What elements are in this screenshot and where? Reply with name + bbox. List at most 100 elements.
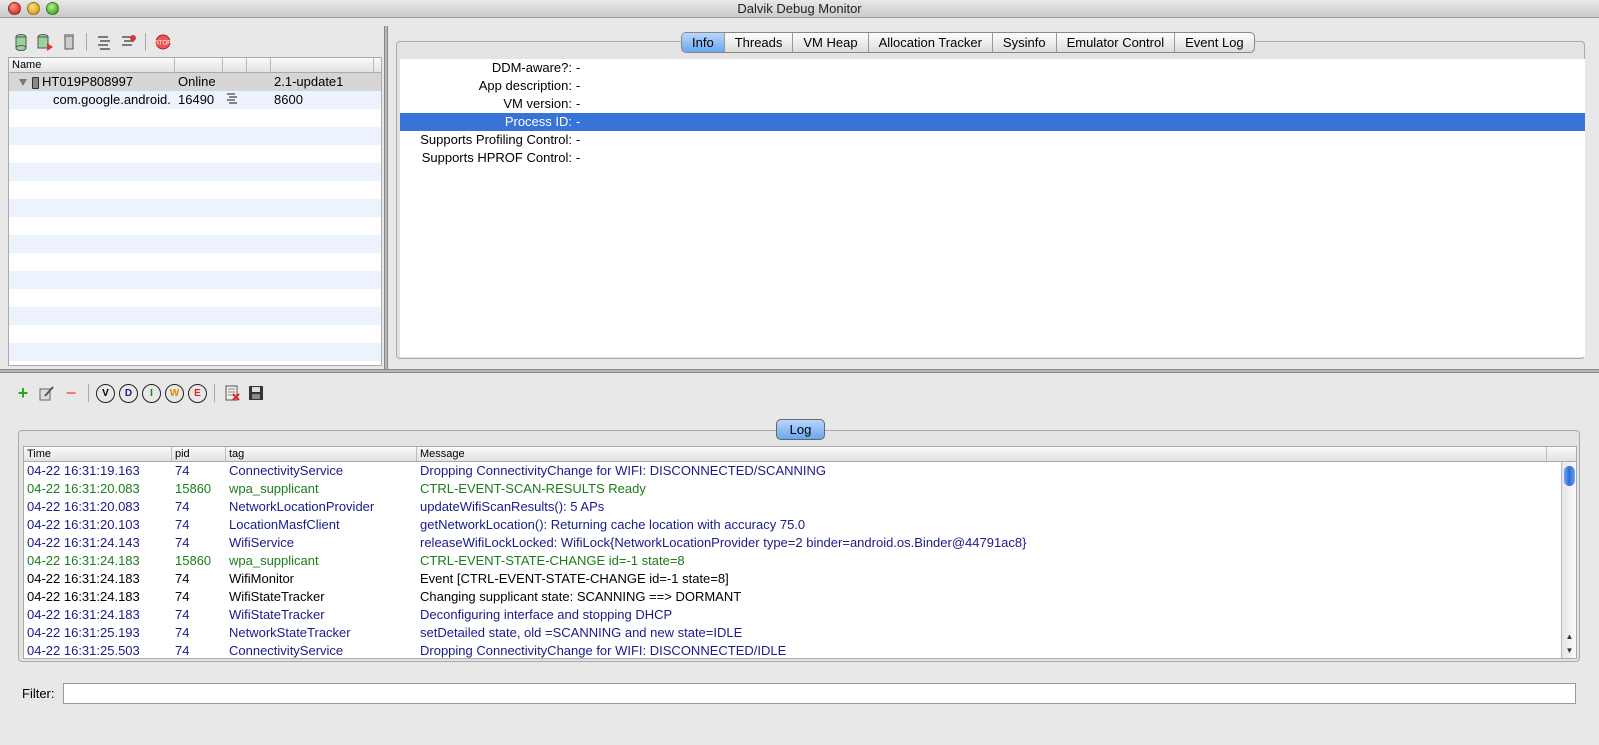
update-heap-icon[interactable]: [10, 31, 32, 53]
verbose-level-icon[interactable]: V: [96, 383, 115, 403]
column-header-time[interactable]: Time: [24, 447, 172, 461]
start-method-profiling-icon[interactable]: [117, 31, 139, 53]
error-level-icon[interactable]: E: [188, 383, 207, 403]
info-value: -: [576, 96, 581, 111]
bug-icon: [223, 91, 247, 109]
log-scrollbar[interactable]: ▲ ▼: [1561, 462, 1576, 658]
process-row[interactable]: com.google.android. 16490 8600: [9, 91, 381, 109]
log-row[interactable]: 04-22 16:31:24.183 15860 wpa_supplicant CTR…: [24, 552, 1576, 570]
log-rows: 04-22 16:31:19.163 74 ConnectivityService D…: [24, 462, 1576, 658]
device-row[interactable]: HT019P808997 Online 2.1-update1: [9, 73, 381, 91]
tab-info[interactable]: Info: [682, 33, 725, 52]
info-row-process-id[interactable]: Process ID: -: [400, 113, 1585, 131]
log-row[interactable]: 04-22 16:31:24.183 74 WifiStateTracker Deco…: [24, 606, 1576, 624]
column-header-name[interactable]: Name: [9, 58, 175, 72]
scroll-thumb[interactable]: [1564, 466, 1575, 486]
process-debug-port: 8600: [274, 92, 303, 107]
clear-log-icon[interactable]: [221, 382, 243, 404]
debug-level-icon[interactable]: D: [119, 383, 138, 403]
title-bar: Dalvik Debug Monitor: [0, 0, 1599, 18]
info-label: DDM-aware?:: [491, 60, 572, 75]
empty-row: [9, 307, 381, 325]
log-pid: 74: [175, 517, 190, 532]
log-time: 04-22 16:31:24.183: [27, 607, 140, 622]
log-pid: 15860: [175, 481, 212, 496]
tab-threads[interactable]: Threads: [725, 33, 794, 52]
dump-hprof-icon[interactable]: [34, 31, 56, 53]
tab-allocation-tracker[interactable]: Allocation Tracker: [869, 33, 993, 52]
add-filter-icon[interactable]: +: [12, 382, 34, 404]
toolbar-separator: [88, 384, 89, 402]
log-row[interactable]: 04-22 16:31:19.163 74 ConnectivityService D…: [24, 462, 1576, 480]
log-row[interactable]: 04-22 16:31:25.193 74 NetworkStateTracker s…: [24, 624, 1576, 642]
tab-event-log[interactable]: Event Log: [1175, 33, 1254, 52]
close-window-button[interactable]: [8, 2, 21, 15]
scroll-up-icon[interactable]: ▲: [1562, 630, 1576, 644]
info-level-icon[interactable]: I: [142, 383, 161, 403]
info-row-vm-version[interactable]: VM version: -: [400, 95, 1585, 113]
info-label: Supports HPROF Control:: [421, 150, 572, 165]
warn-level-icon[interactable]: W: [165, 383, 184, 403]
info-label: App description:: [478, 78, 572, 93]
log-tag: WifiStateTracker: [229, 589, 325, 604]
tab-vm-heap[interactable]: VM Heap: [793, 33, 869, 52]
log-message: CTRL-EVENT-SCAN-RESULTS Ready: [420, 481, 646, 496]
info-row-hprof-control[interactable]: Supports HPROF Control: -: [400, 149, 1585, 167]
tab-emulator-control[interactable]: Emulator Control: [1057, 33, 1176, 52]
info-value: -: [576, 114, 581, 129]
log-row[interactable]: 04-22 16:31:25.503 74 ConnectivityService D…: [24, 642, 1576, 658]
log-row[interactable]: 04-22 16:31:20.103 74 LocationMasfClient ge…: [24, 516, 1576, 534]
log-pid: 74: [175, 625, 190, 640]
filter-input[interactable]: [63, 683, 1576, 704]
log-time: 04-22 16:31:25.503: [27, 643, 140, 658]
toolbar-separator: [86, 33, 87, 51]
log-row[interactable]: 04-22 16:31:20.083 15860 wpa_supplicant CTR…: [24, 480, 1576, 498]
process-pid: 16490: [178, 92, 215, 107]
column-header-debug[interactable]: [247, 58, 271, 72]
column-header-pid[interactable]: pid: [172, 447, 226, 461]
device-list-header: Name: [9, 58, 381, 73]
info-row-ddm-aware[interactable]: DDM-aware?: -: [400, 59, 1585, 77]
disclosure-triangle-icon[interactable]: [19, 79, 27, 87]
save-log-icon[interactable]: [245, 382, 267, 404]
log-row[interactable]: 04-22 16:31:24.183 74 WifiStateTracker Chan…: [24, 588, 1576, 606]
info-label: VM version:: [503, 96, 572, 111]
info-value: -: [576, 78, 581, 93]
horizontal-splitter[interactable]: [0, 369, 1599, 373]
device-list: Name HT019P808997 Online 2.1-update1 com…: [8, 57, 382, 366]
column-header-tag[interactable]: tag: [226, 447, 417, 461]
tab-sysinfo[interactable]: Sysinfo: [993, 33, 1057, 52]
info-row-app-description[interactable]: App description: -: [400, 77, 1585, 95]
log-message: updateWifiScanResults(): 5 APs: [420, 499, 605, 514]
device-serial: HT019P808997: [42, 74, 134, 89]
log-row[interactable]: 04-22 16:31:24.183 74 WifiMonitor Event [CT…: [24, 570, 1576, 588]
edit-filter-icon[interactable]: [36, 382, 58, 404]
log-table: Time pid tag Message 04-22 16:31:19.163 7…: [23, 446, 1577, 659]
info-panel: DDM-aware?: - App description: - VM versio…: [400, 59, 1585, 357]
tab-log[interactable]: Log: [776, 419, 825, 440]
device-rows: HT019P808997 Online 2.1-update1 com.goog…: [9, 73, 381, 361]
log-time: 04-22 16:31:24.143: [27, 535, 140, 550]
cause-gc-icon[interactable]: [58, 31, 80, 53]
delete-filter-icon[interactable]: −: [60, 382, 82, 404]
log-tag: ConnectivityService: [229, 463, 344, 478]
vertical-splitter[interactable]: [384, 26, 388, 369]
info-value: -: [576, 60, 581, 75]
update-threads-icon[interactable]: [93, 31, 115, 53]
minimize-window-button[interactable]: [27, 2, 40, 15]
log-row[interactable]: 04-22 16:31:24.143 74 WifiService releaseWi…: [24, 534, 1576, 552]
log-message: getNetworkLocation(): Returning cache lo…: [420, 517, 806, 532]
log-toolbar: + − V D I W E: [12, 381, 267, 405]
zoom-window-button[interactable]: [46, 2, 59, 15]
log-row[interactable]: 04-22 16:31:20.083 74 NetworkLocationProvi…: [24, 498, 1576, 516]
info-row-profiling-control[interactable]: Supports Profiling Control: -: [400, 131, 1585, 149]
log-tag: WifiMonitor: [229, 571, 295, 586]
column-header-version[interactable]: [271, 58, 374, 72]
column-header-status[interactable]: [175, 58, 223, 72]
stop-process-icon[interactable]: STOP: [152, 31, 174, 53]
column-header-pid[interactable]: [223, 58, 247, 72]
empty-row: [9, 199, 381, 217]
column-header-message[interactable]: Message: [417, 447, 1547, 461]
svg-text:STOP: STOP: [155, 41, 171, 47]
scroll-down-icon[interactable]: ▼: [1562, 644, 1576, 658]
